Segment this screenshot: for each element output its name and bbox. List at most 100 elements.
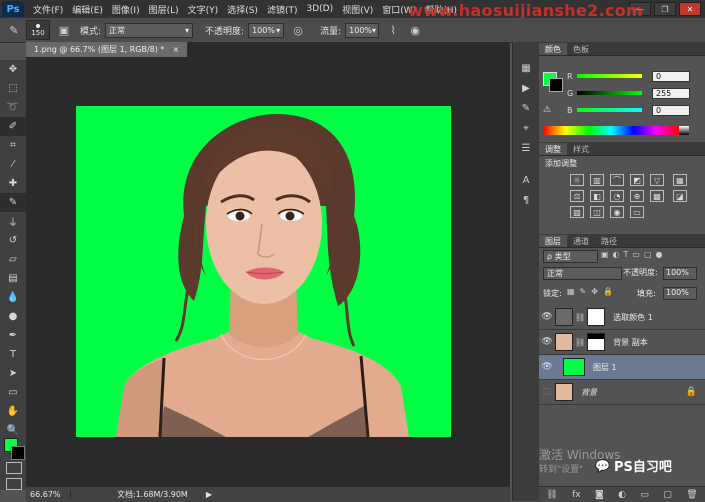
fx-icon[interactable]: fx xyxy=(572,490,581,500)
eye-icon[interactable]: 👁 xyxy=(539,362,555,372)
tab-swatches[interactable]: 色板 xyxy=(567,43,595,55)
healing-tool-icon[interactable]: ✚ xyxy=(0,174,26,193)
canvas[interactable] xyxy=(76,106,451,437)
link-layers-icon[interactable]: ⛓ xyxy=(546,490,557,500)
menu-edit[interactable]: 编辑(E) xyxy=(72,3,103,16)
close-button[interactable]: ✕ xyxy=(679,2,701,16)
layer-row-background-copy[interactable]: 👁 ⛓ 背景 副本 xyxy=(539,330,705,355)
layer-row-selective-color[interactable]: 👁 ⛓ 选取颜色 1 xyxy=(539,305,705,330)
brush-presets-icon[interactable]: ✎ xyxy=(513,98,539,118)
layer-mask-thumb[interactable] xyxy=(587,333,606,351)
status-menu-arrow-icon[interactable]: ▶ xyxy=(206,490,212,499)
dodge-tool-icon[interactable]: ● xyxy=(0,307,26,326)
mode-select[interactable]: 正常 ▾ xyxy=(105,22,194,38)
blue-value-field[interactable]: 0 xyxy=(652,104,690,116)
paragraph-icon[interactable]: ¶ xyxy=(513,190,539,210)
tab-styles[interactable]: 样式 xyxy=(567,143,595,155)
eraser-tool-icon[interactable]: ▱ xyxy=(0,250,26,269)
eye-icon[interactable]: 👁 xyxy=(539,312,555,322)
background-color-swatch[interactable] xyxy=(11,446,25,460)
color-spectrum-bar[interactable] xyxy=(543,126,679,135)
history-icon[interactable]: ▦ xyxy=(513,58,539,78)
new-group-icon[interactable]: ▭ xyxy=(640,490,649,500)
eyedropper-tool-icon[interactable]: ⁄ xyxy=(0,155,26,174)
clone-source-icon[interactable]: ⌖ xyxy=(513,118,539,138)
brush-tool-icon[interactable]: ✎ xyxy=(0,193,26,212)
green-slider[interactable] xyxy=(577,91,642,95)
gamut-warning-icon[interactable]: ⚠ xyxy=(543,105,551,115)
opacity-field[interactable]: 100% ▾ xyxy=(248,22,285,38)
brush-panel-icon[interactable]: ▣ xyxy=(56,22,72,38)
curves-icon[interactable]: ⌒ xyxy=(610,174,624,186)
new-adjustment-icon[interactable]: ◐ xyxy=(618,490,626,500)
maximize-button[interactable]: ❐ xyxy=(654,2,676,16)
color-balance-icon[interactable]: ⚖ xyxy=(570,190,584,202)
eye-icon[interactable]: 👁 xyxy=(539,337,555,347)
vibrance-icon[interactable]: ▽ xyxy=(650,174,664,186)
marquee-tool-icon[interactable]: ⬚ xyxy=(0,79,26,98)
posterize-icon[interactable]: ▨ xyxy=(570,206,584,218)
trash-icon[interactable]: 🗑 xyxy=(686,490,697,500)
add-mask-icon[interactable]: ◙ xyxy=(595,490,604,500)
threshold-icon[interactable]: ◫ xyxy=(590,206,604,218)
layer-opacity-field[interactable]: 100% xyxy=(663,267,697,280)
layer-row-layer-1[interactable]: 👁 图层 1 xyxy=(539,355,705,380)
layer-filter-icons[interactable]: ▣◐T▭▢● xyxy=(601,250,701,261)
pressure-size-icon[interactable]: ◉ xyxy=(407,22,423,38)
quick-select-tool-icon[interactable]: ✐ xyxy=(0,117,26,136)
photo-filter-icon[interactable]: ◔ xyxy=(610,190,624,202)
blue-slider[interactable] xyxy=(577,108,642,112)
shape-tool-icon[interactable]: ▭ xyxy=(0,383,26,402)
menu-image[interactable]: 图像(I) xyxy=(112,3,140,16)
move-tool-icon[interactable]: ✥ xyxy=(0,60,26,79)
tab-channels[interactable]: 通道 xyxy=(567,235,595,247)
character-icon[interactable]: A xyxy=(513,170,539,190)
gradient-tool-icon[interactable]: ▤ xyxy=(0,269,26,288)
exposure-icon[interactable]: ◩ xyxy=(630,174,644,186)
red-value-field[interactable]: 0 xyxy=(652,70,690,82)
actions-icon[interactable]: ▶ xyxy=(513,78,539,98)
lasso-tool-icon[interactable]: ➰ xyxy=(0,98,26,117)
gradient-map-icon[interactable]: ▭ xyxy=(630,206,644,218)
blend-mode-select[interactable]: 正常 xyxy=(543,267,622,280)
background-color-chip[interactable] xyxy=(549,78,563,92)
screen-mode-icon[interactable] xyxy=(6,478,22,490)
history-brush-tool-icon[interactable]: ↺ xyxy=(0,231,26,250)
brush-tool-icon[interactable]: ✎ xyxy=(6,22,22,38)
tab-color[interactable]: 颜色 xyxy=(539,43,567,55)
brush-preset-picker[interactable]: 150 xyxy=(26,20,50,40)
menu-layer[interactable]: 图层(L) xyxy=(149,3,179,16)
tab-adjustments[interactable]: 调整 xyxy=(539,143,567,155)
menu-file[interactable]: 文件(F) xyxy=(33,3,63,16)
tab-paths[interactable]: 路径 xyxy=(595,235,623,247)
layer-row-background[interactable]: ▢ 背景 🔒 xyxy=(539,380,705,405)
hue-sat-icon[interactable]: ▦ xyxy=(672,174,687,186)
layer-mask-thumb[interactable] xyxy=(587,308,606,326)
quick-mask-icon[interactable] xyxy=(6,462,22,474)
red-slider[interactable] xyxy=(577,74,642,78)
eye-hidden-icon[interactable]: ▢ xyxy=(539,387,555,397)
brightness-icon[interactable]: ☼ xyxy=(570,174,584,186)
green-value-field[interactable]: 255 xyxy=(652,87,690,99)
selective-color-icon[interactable]: ◉ xyxy=(610,206,624,218)
crop-tool-icon[interactable]: ⌗ xyxy=(0,136,26,155)
color-lookup-icon[interactable]: ▩ xyxy=(650,190,664,202)
menu-3d[interactable]: 3D(D) xyxy=(306,4,333,14)
black-white-icon[interactable]: ◧ xyxy=(590,190,604,202)
path-select-tool-icon[interactable]: ➤ xyxy=(0,364,26,383)
menu-filter[interactable]: 滤镜(T) xyxy=(267,3,298,16)
zoom-level[interactable]: 66.67% xyxy=(26,490,71,499)
lock-icons[interactable]: ▦✎✥🔒 xyxy=(567,287,618,296)
menu-type[interactable]: 文字(Y) xyxy=(188,3,219,16)
hand-tool-icon[interactable]: ✋ xyxy=(0,402,26,421)
document-tab[interactable]: 1.png @ 66.7% (图层 1, RGB/8) * × xyxy=(26,42,189,57)
fill-field[interactable]: 100% xyxy=(663,287,697,300)
properties-icon[interactable]: ☰ xyxy=(513,138,539,158)
flow-field[interactable]: 100% ▾ xyxy=(345,22,380,38)
layer-filter-select[interactable]: ρ 类型 xyxy=(543,250,598,263)
invert-icon[interactable]: ◪ xyxy=(672,190,687,202)
levels-icon[interactable]: ▥ xyxy=(590,174,604,186)
pressure-opacity-icon[interactable]: ◎ xyxy=(290,22,306,38)
blur-tool-icon[interactable]: 💧 xyxy=(0,288,26,307)
new-layer-icon[interactable]: ▢ xyxy=(663,490,672,500)
